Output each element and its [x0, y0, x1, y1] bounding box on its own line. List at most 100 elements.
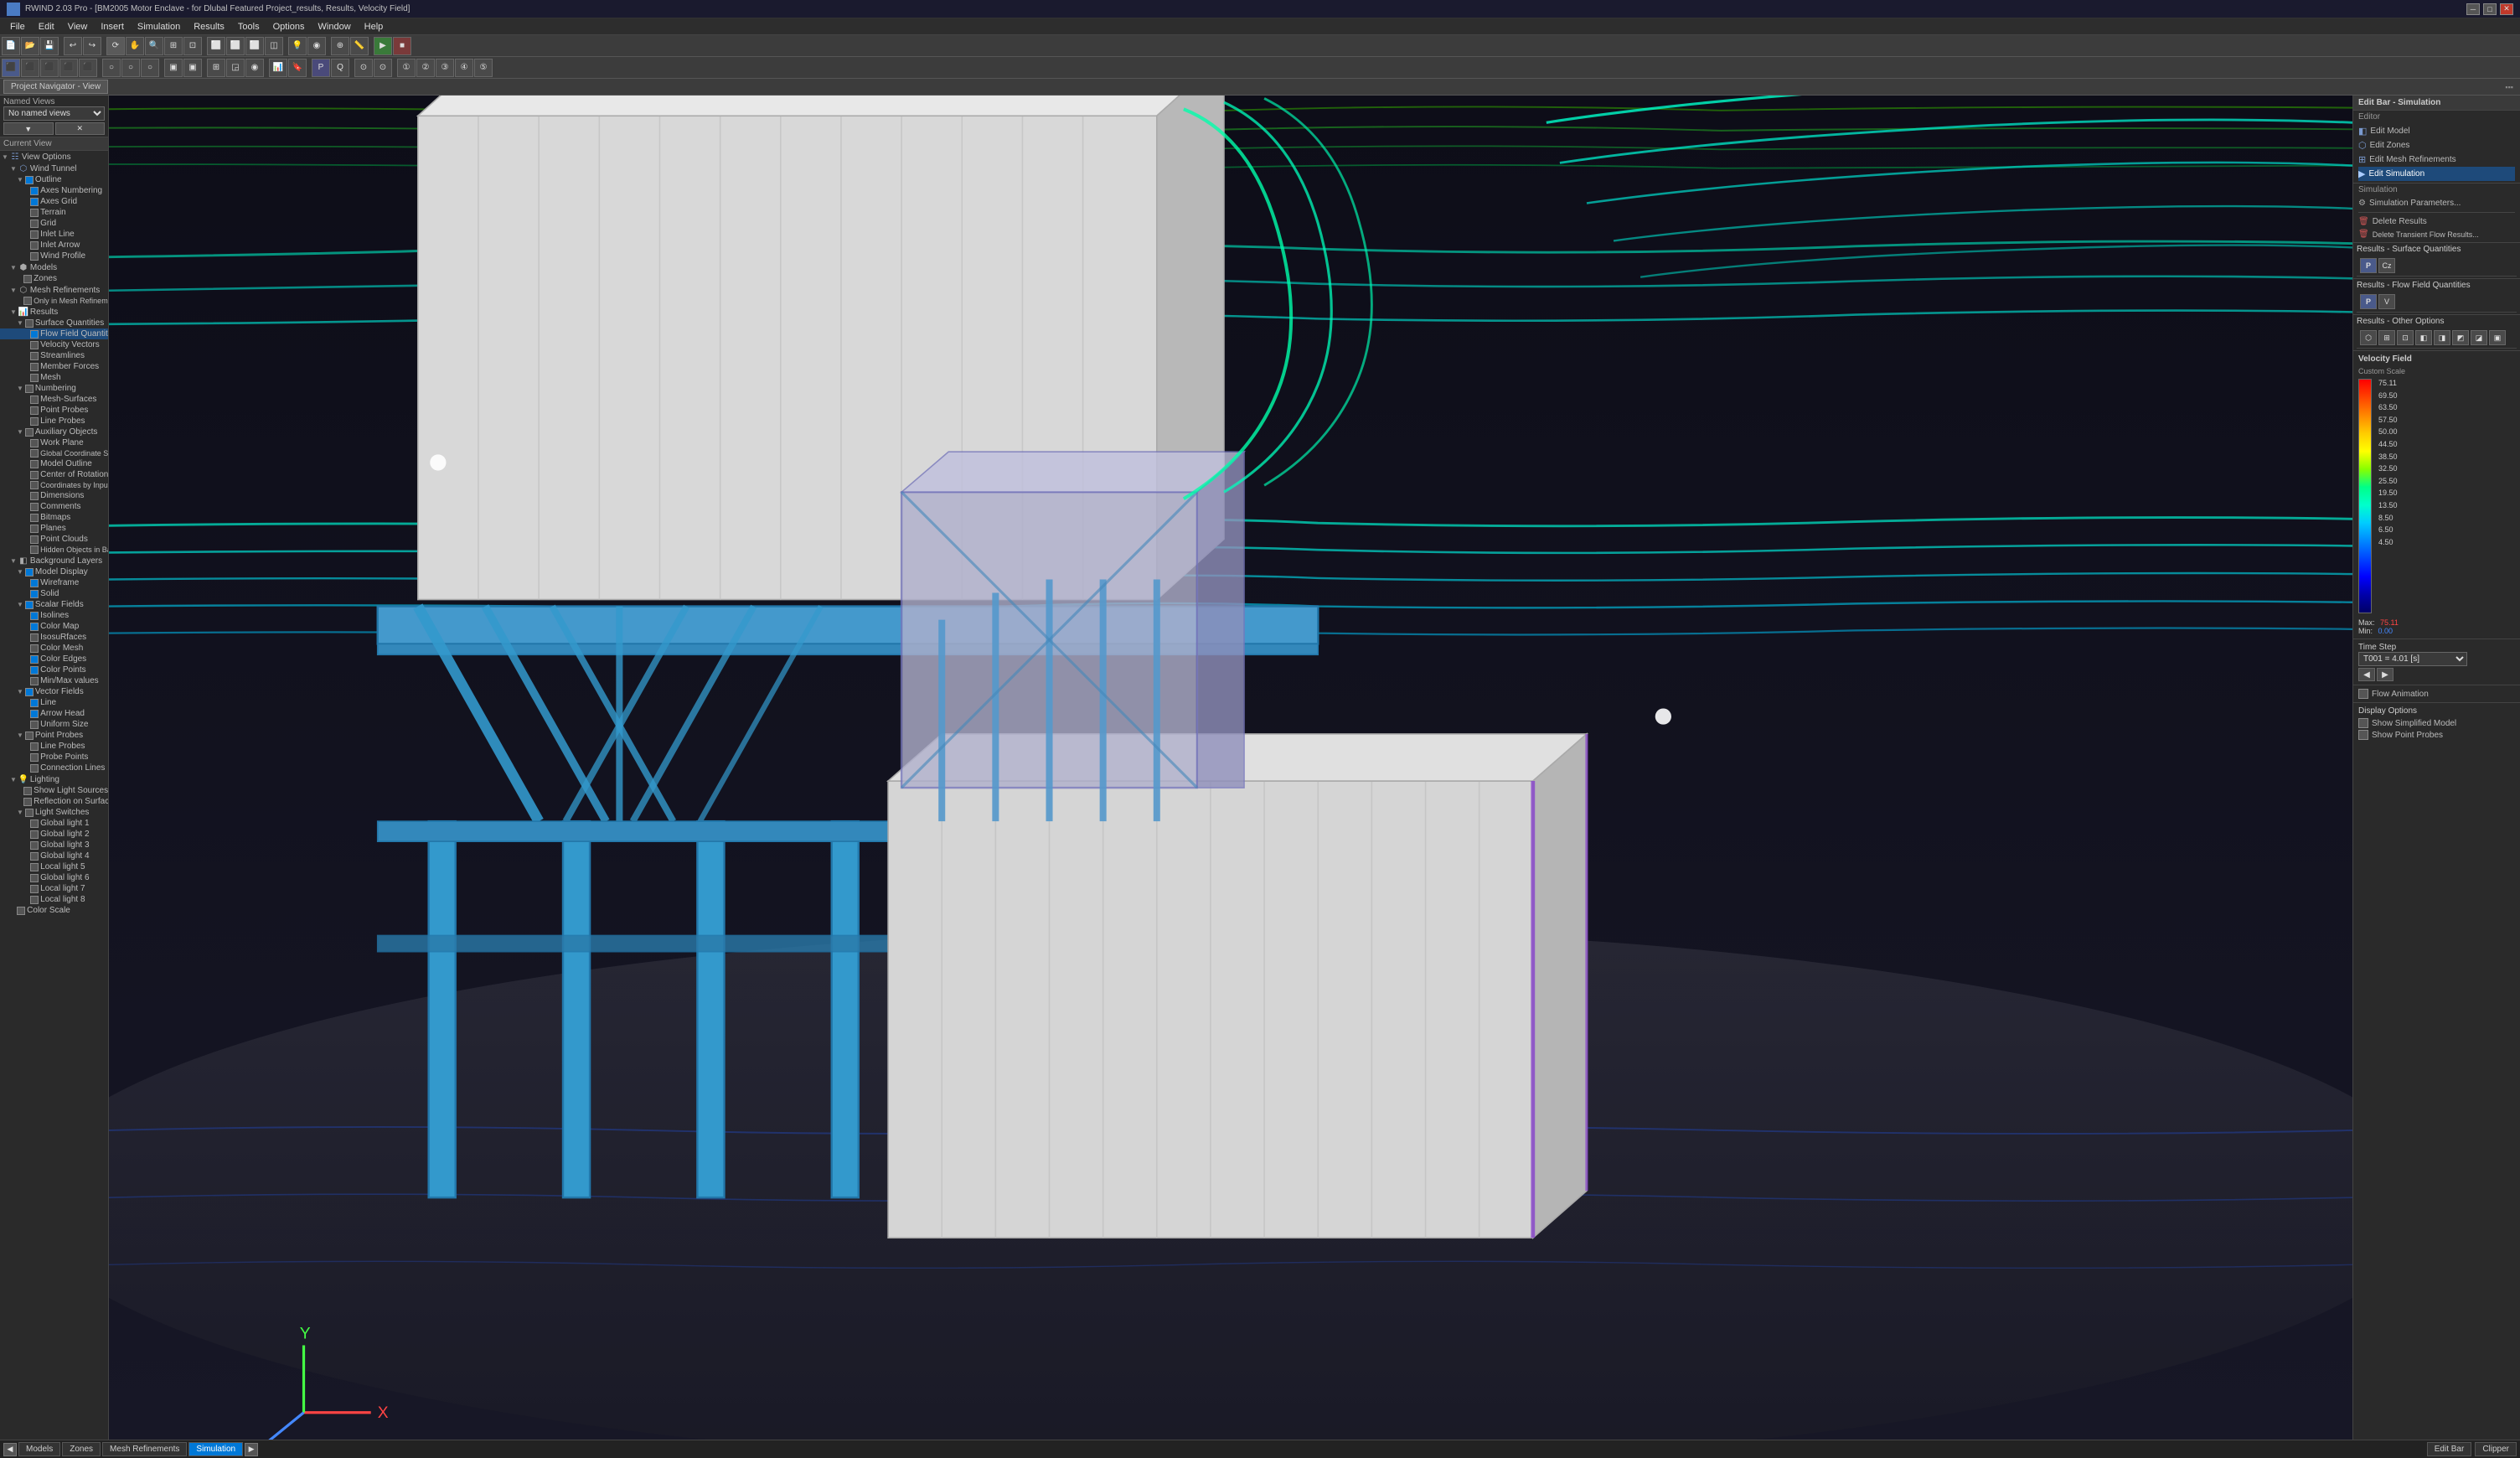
- named-views-select[interactable]: No named views: [3, 106, 105, 121]
- tree-point-probes-num[interactable]: ▶ Point Probes: [0, 405, 108, 416]
- toolbar-view-side[interactable]: ⬜: [245, 37, 264, 55]
- menu-file[interactable]: File: [3, 21, 32, 33]
- tree-global-light1[interactable]: ▶ Global light 1: [0, 818, 108, 829]
- show-point-probes-checkbox[interactable]: [2358, 730, 2368, 740]
- tree-color-points[interactable]: ▶ Color Points: [0, 664, 108, 675]
- toolbar2-btn7[interactable]: ○: [121, 59, 140, 77]
- close-button[interactable]: ✕: [2500, 3, 2513, 15]
- menu-edit[interactable]: Edit: [32, 21, 61, 33]
- toolbar2-btn8[interactable]: ○: [141, 59, 159, 77]
- toolbar-zoom[interactable]: 🔍: [145, 37, 163, 55]
- time-step-select[interactable]: T001 = 4.01 [s]: [2358, 652, 2467, 666]
- tree-streamlines[interactable]: ▶ Streamlines: [0, 350, 108, 361]
- edit-model-item[interactable]: ◧ Edit Model: [2358, 124, 2515, 138]
- tree-reflection[interactable]: ▶ Reflection on Surfaces: [0, 796, 108, 807]
- tree-surface-quantities[interactable]: ▼ Surface Quantities: [0, 318, 108, 328]
- tree-wind-tunnel[interactable]: ▼ ⬡ Wind Tunnel: [0, 163, 108, 174]
- status-tab-mesh[interactable]: Mesh Refinements: [102, 1442, 187, 1456]
- tree-color-mesh[interactable]: ▶ Color Mesh: [0, 643, 108, 654]
- tree-numbering[interactable]: ▼ Numbering: [0, 383, 108, 394]
- toolbar2-btn16[interactable]: P: [312, 59, 330, 77]
- tree-planes[interactable]: ▶ Planes: [0, 523, 108, 534]
- delete-results-item[interactable]: 🗑 Delete Results: [2358, 215, 2515, 228]
- tree-local-light5[interactable]: ▶ Local light 5: [0, 861, 108, 872]
- tree-point-clouds[interactable]: ▶ Point Clouds: [0, 534, 108, 545]
- tree-mesh-refinements[interactable]: ▼ ⬡ Mesh Refinements: [0, 284, 108, 296]
- toolbar-snap[interactable]: ⊕: [331, 37, 349, 55]
- status-nav-left[interactable]: ◀: [3, 1443, 17, 1456]
- tree-probe-points[interactable]: ▶ Probe Points: [0, 752, 108, 763]
- tree-line-probes-num[interactable]: ▶ Line Probes: [0, 416, 108, 427]
- tree-work-plane[interactable]: ▶ Work Plane: [0, 437, 108, 448]
- toolbar2-btnD[interactable]: ④: [455, 59, 473, 77]
- maximize-button[interactable]: □: [2483, 3, 2497, 15]
- tree-global-light2[interactable]: ▶ Global light 2: [0, 829, 108, 840]
- menu-view[interactable]: View: [61, 21, 95, 33]
- menu-tools[interactable]: Tools: [231, 21, 266, 33]
- ro-btn2[interactable]: ⊞: [2378, 330, 2395, 345]
- tree-zones[interactable]: ▶ Zones: [0, 273, 108, 284]
- toolbar-measure[interactable]: 📏: [350, 37, 369, 55]
- tree-lighting[interactable]: ▼ 💡 Lighting: [0, 773, 108, 785]
- toolbar-zoom-select[interactable]: ⊡: [183, 37, 202, 55]
- tree-mesh-editor[interactable]: ▶ Only in Mesh Refinement Edito: [0, 296, 108, 306]
- ro-btn1[interactable]: ⬡: [2360, 330, 2377, 345]
- toolbar2-btn14[interactable]: 📊: [269, 59, 287, 77]
- tree-center-rotation[interactable]: ▶ Center of Rotation: [0, 469, 108, 480]
- toolbar2-btn19[interactable]: ⊙: [374, 59, 392, 77]
- toolbar2-btn12[interactable]: ◲: [226, 59, 245, 77]
- menu-results[interactable]: Results: [187, 21, 231, 33]
- tree-mesh-surfaces[interactable]: ▶ Mesh-Surfaces: [0, 394, 108, 405]
- toolbar2-btn15[interactable]: 🔖: [288, 59, 307, 77]
- tree-uniform-size[interactable]: ▶ Uniform Size: [0, 719, 108, 730]
- rf-btn-v[interactable]: V: [2378, 294, 2395, 309]
- toolbar2-btnB[interactable]: ②: [416, 59, 435, 77]
- show-simplified-checkbox[interactable]: [2358, 718, 2368, 728]
- toolbar-render[interactable]: ◉: [307, 37, 326, 55]
- toolbar-save[interactable]: 💾: [40, 37, 59, 55]
- status-tab-zones[interactable]: Zones: [62, 1442, 101, 1456]
- flow-animation-checkbox[interactable]: [2358, 689, 2368, 699]
- named-views-add-btn[interactable]: ▼: [3, 122, 54, 135]
- tree-line-probes-pp[interactable]: ▶ Line Probes: [0, 741, 108, 752]
- named-views-clear-btn[interactable]: ✕: [55, 122, 106, 135]
- toolbar2-btnC[interactable]: ③: [436, 59, 454, 77]
- ro-btn7[interactable]: ◪: [2471, 330, 2487, 345]
- toolbar-new[interactable]: 📄: [2, 37, 20, 55]
- tree-bg-layers[interactable]: ▼ ◧ Background Layers: [0, 555, 108, 566]
- status-nav-right[interactable]: ▶: [245, 1443, 258, 1456]
- tree-axes-numbering[interactable]: ▶ Axes Numbering: [0, 185, 108, 196]
- toolbar2-btn5[interactable]: ⬛: [79, 59, 97, 77]
- toolbar-view-3d[interactable]: ◫: [265, 37, 283, 55]
- tree-global-light6[interactable]: ▶ Global light 6: [0, 872, 108, 883]
- tree-solid[interactable]: ▶ Solid: [0, 588, 108, 599]
- tab-project-navigator[interactable]: Project Navigator - View: [3, 80, 108, 94]
- tree-local-light8[interactable]: ▶ Local light 8: [0, 894, 108, 905]
- toolbar-zoom-all[interactable]: ⊞: [164, 37, 183, 55]
- toolbar-pan[interactable]: ✋: [126, 37, 144, 55]
- ro-btn8[interactable]: ▣: [2489, 330, 2506, 345]
- menu-window[interactable]: Window: [312, 21, 358, 33]
- tree-isolines[interactable]: ▶ Isolines: [0, 610, 108, 621]
- tree-vector-fields[interactable]: ▼ Vector Fields: [0, 686, 108, 697]
- sq-btn-cz[interactable]: Cz: [2378, 258, 2395, 273]
- toolbar-undo[interactable]: ↩: [64, 37, 82, 55]
- tree-local-light7[interactable]: ▶ Local light 7: [0, 883, 108, 894]
- tree-flow-field-qty[interactable]: ▶ Flow Field Quantities: [0, 328, 108, 339]
- tree-global-coord[interactable]: ▶ Global Coordinate System (flo: [0, 448, 108, 458]
- tree-comments[interactable]: ▶ Comments: [0, 501, 108, 512]
- tree-light-sources[interactable]: ▶ Show Light Sources: [0, 785, 108, 796]
- status-edit-bar[interactable]: Edit Bar: [2427, 1442, 2472, 1456]
- time-step-next[interactable]: ▶: [2377, 668, 2393, 681]
- ro-btn6[interactable]: ◩: [2452, 330, 2469, 345]
- toolbar2-btn9[interactable]: ▣: [164, 59, 183, 77]
- tree-aux-objects[interactable]: ▼ Auxiliary Objects: [0, 427, 108, 437]
- tree-connection-lines[interactable]: ▶ Connection Lines: [0, 763, 108, 773]
- ro-btn4[interactable]: ◧: [2415, 330, 2432, 345]
- ro-btn3[interactable]: ⊡: [2397, 330, 2414, 345]
- toolbar-open[interactable]: 📂: [21, 37, 39, 55]
- tree-inlet-line[interactable]: ▶ Inlet Line: [0, 229, 108, 240]
- tree-model-display[interactable]: ▼ Model Display: [0, 566, 108, 577]
- menu-options[interactable]: Options: [266, 21, 312, 33]
- tree-dimensions[interactable]: ▶ Dimensions: [0, 490, 108, 501]
